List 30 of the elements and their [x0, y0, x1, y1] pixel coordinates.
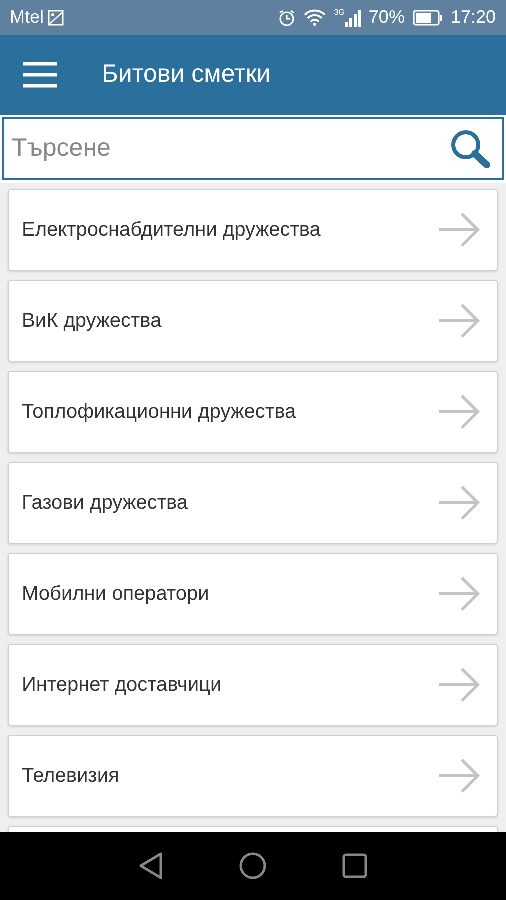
- menu-icon[interactable]: [22, 61, 58, 89]
- category-item[interactable]: Мобилни оператори: [8, 553, 498, 635]
- category-item[interactable]: ВиК дружества: [8, 280, 498, 362]
- category-item[interactable]: Телевизия: [8, 735, 498, 817]
- back-icon[interactable]: [138, 852, 164, 880]
- clock-time: 17:20: [450, 6, 496, 29]
- arrow-right-icon: [437, 303, 481, 339]
- category-item[interactable]: Топлофикационни дружества: [8, 371, 498, 453]
- arrow-right-icon: [437, 212, 481, 248]
- search-icon[interactable]: [450, 128, 492, 168]
- arrow-right-icon: [437, 576, 481, 612]
- arrow-right-icon: [437, 667, 481, 703]
- wifi-icon: [304, 9, 326, 26]
- image-icon: [48, 10, 64, 26]
- home-icon[interactable]: [239, 852, 267, 880]
- battery-icon: [412, 10, 443, 26]
- signal-icon: [344, 8, 361, 26]
- arrow-right-icon: [437, 394, 481, 430]
- carrier-name: Mtel: [10, 6, 44, 29]
- recents-icon[interactable]: [342, 853, 368, 879]
- category-item[interactable]: Интернет доставчици: [8, 644, 498, 726]
- app-title: Битови сметки: [102, 59, 271, 90]
- arrow-right-icon: [437, 485, 481, 521]
- category-item[interactable]: Електроснабдителни дружества: [8, 189, 498, 271]
- network-type: 3G: [334, 8, 345, 16]
- search-bar[interactable]: Търсене: [2, 117, 504, 180]
- arrow-right-icon: [437, 758, 481, 794]
- alarm-icon: [278, 8, 296, 26]
- battery-percent: 70%: [368, 6, 405, 29]
- category-item[interactable]: Газови дружества: [8, 462, 498, 544]
